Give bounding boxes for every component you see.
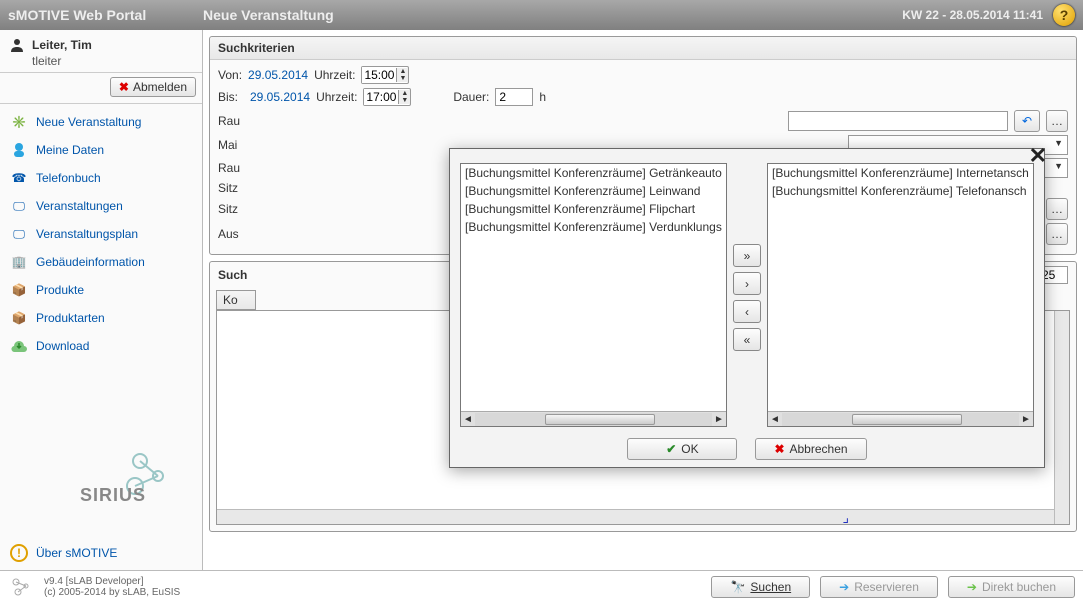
uhrzeit-label-1: Uhrzeit:: [314, 68, 355, 82]
selection-dialog: ✕ [Buchungsmittel Konferenzräume] Geträn…: [449, 148, 1045, 468]
down-arrow-icon[interactable]: ▼: [396, 75, 408, 82]
info-icon: !: [10, 544, 28, 562]
more-button[interactable]: …: [1046, 110, 1068, 132]
cancel-button[interactable]: ✖Abbrechen: [755, 438, 866, 460]
nav-veranstaltungsplan[interactable]: 🖵Veranstaltungsplan: [0, 220, 202, 248]
list-item[interactable]: [Buchungsmittel Konferenzräume] Verdunkl…: [461, 218, 726, 236]
nav-gebaeudeinformation[interactable]: 🏢Gebäudeinformation: [0, 248, 202, 276]
ok-button[interactable]: ✔OK: [627, 438, 737, 460]
phone-icon: ☎: [10, 169, 28, 187]
horizontal-scrollbar[interactable]: ◄►: [768, 411, 1033, 426]
vertical-scrollbar[interactable]: [1054, 311, 1069, 524]
more-button[interactable]: …: [1046, 223, 1068, 245]
horizontal-scrollbar[interactable]: [217, 509, 1054, 524]
down-arrow-icon[interactable]: ▼: [398, 97, 410, 104]
up-arrow-icon[interactable]: ▲: [396, 68, 408, 75]
nav-veranstaltungen[interactable]: 🖵Veranstaltungen: [0, 192, 202, 220]
app-title: sMOTIVE Web Portal: [8, 7, 203, 23]
nav-telefonbuch[interactable]: ☎Telefonbuch: [0, 164, 202, 192]
help-icon[interactable]: ?: [1053, 4, 1075, 26]
sirius-mini-icon: [8, 576, 34, 598]
arrow-right-icon: ➔: [839, 580, 849, 594]
list-item[interactable]: [Buchungsmittel Konferenzräume] Telefona…: [768, 182, 1033, 200]
dauer-unit: h: [539, 90, 546, 104]
move-right-button[interactable]: ›: [733, 272, 761, 295]
nav-produktarten[interactable]: 📦Produktarten: [0, 304, 202, 332]
person-icon: [10, 141, 28, 159]
von-label: Von:: [218, 68, 242, 82]
move-left-button[interactable]: ‹: [733, 300, 761, 323]
projector-icon: 🖵: [10, 197, 28, 215]
building-icon: 🏢: [10, 253, 28, 271]
direct-book-button[interactable]: ➔Direkt buchen: [948, 576, 1075, 598]
sparkle-icon: ✳️: [10, 113, 28, 131]
search-button[interactable]: 🔭Suchen: [711, 576, 810, 598]
bis-label: Bis:: [218, 90, 244, 104]
results-header: Such: [218, 268, 247, 282]
more-button[interactable]: …: [1046, 198, 1068, 220]
nav-meine-daten[interactable]: Meine Daten: [0, 136, 202, 164]
svg-text:SIRIUS: SIRIUS: [80, 485, 146, 505]
nav-download[interactable]: Download: [0, 332, 202, 360]
list-item[interactable]: [Buchungsmittel Konferenzräume] Internet…: [768, 164, 1033, 182]
field-0[interactable]: [788, 111, 1008, 131]
arrow-right-icon: ➔: [967, 580, 977, 594]
selected-listbox[interactable]: [Buchungsmittel Konferenzräume] Internet…: [767, 163, 1034, 427]
list-item[interactable]: [Buchungsmittel Konferenzräume] Getränke…: [461, 164, 726, 182]
bis-time-input[interactable]: [364, 89, 398, 105]
available-listbox[interactable]: [Buchungsmittel Konferenzräume] Getränke…: [460, 163, 727, 427]
close-icon: ✖: [119, 80, 129, 94]
topbar-date: KW 22 - 28.05.2014 11:41: [902, 8, 1043, 22]
check-icon: ✔: [666, 442, 676, 456]
revert-button[interactable]: ↶: [1014, 110, 1040, 132]
sirius-logo: SIRIUS: [0, 426, 202, 536]
binoculars-icon: 🔭: [730, 580, 745, 594]
uhrzeit-label-2: Uhrzeit:: [316, 90, 357, 104]
bis-date[interactable]: 29.05.2014: [250, 90, 310, 104]
bis-time-spinner[interactable]: ▲▼: [363, 88, 411, 106]
calendar-icon: 🖵: [10, 225, 28, 243]
logout-button[interactable]: ✖ Abmelden: [110, 77, 196, 97]
von-date[interactable]: 29.05.2014: [248, 68, 308, 82]
criteria-header: Suchkriterien: [210, 37, 1076, 60]
user-name: Leiter, Tim: [32, 38, 92, 52]
close-icon: ✖: [774, 442, 784, 456]
copyright-text: (c) 2005-2014 by sLAB, EuSIS: [44, 587, 180, 598]
resize-handle-icon[interactable]: ⌟: [842, 509, 849, 526]
bottombar: v9.4 [sLAB Developer] (c) 2005-2014 by s…: [0, 570, 1083, 602]
user-icon: [8, 36, 26, 54]
ko-header: Ko: [216, 290, 256, 310]
sidebar: Leiter, Tim tleiter ✖ Abmelden ✳️Neue Ve…: [0, 30, 203, 570]
user-login: tleiter: [8, 54, 194, 68]
list-item[interactable]: [Buchungsmittel Konferenzräume] Flipchar…: [461, 200, 726, 218]
horizontal-scrollbar[interactable]: ◄►: [461, 411, 726, 426]
products-icon: 📦: [10, 281, 28, 299]
about-link[interactable]: ! Über sMOTIVE: [0, 536, 202, 570]
logout-label: Abmelden: [133, 80, 187, 94]
von-time-spinner[interactable]: ▲▼: [361, 66, 409, 84]
download-icon: [10, 337, 28, 355]
dauer-label: Dauer:: [453, 90, 489, 104]
nav-neue-veranstaltung[interactable]: ✳️Neue Veranstaltung: [0, 108, 202, 136]
page-title: Neue Veranstaltung: [203, 7, 334, 23]
reserve-button[interactable]: ➔Reservieren: [820, 576, 938, 598]
move-all-left-button[interactable]: «: [733, 328, 761, 351]
product-types-icon: 📦: [10, 309, 28, 327]
von-time-input[interactable]: [362, 67, 396, 83]
up-arrow-icon[interactable]: ▲: [398, 90, 410, 97]
version-text: v9.4 [sLAB Developer]: [44, 576, 180, 587]
nav-produkte[interactable]: 📦Produkte: [0, 276, 202, 304]
move-all-right-button[interactable]: »: [733, 244, 761, 267]
topbar: sMOTIVE Web Portal Neue Veranstaltung KW…: [0, 0, 1083, 30]
list-item[interactable]: [Buchungsmittel Konferenzräume] Leinwand: [461, 182, 726, 200]
dauer-input[interactable]: [495, 88, 533, 106]
